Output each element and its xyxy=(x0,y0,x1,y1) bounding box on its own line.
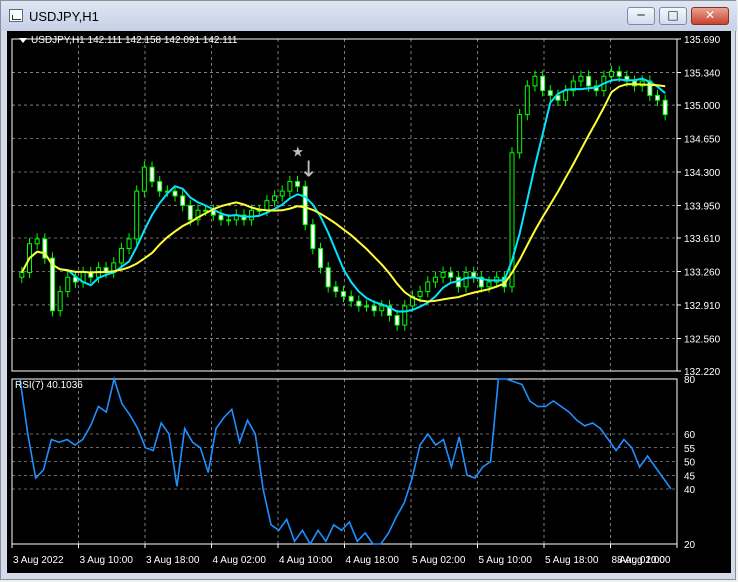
minimize-button[interactable]: ─ xyxy=(627,7,655,25)
ohlc-text: USDJPY,H1 142.111 142.158 142.091 142.11… xyxy=(31,35,238,46)
time-tick-label: 4 Aug 18:00 xyxy=(346,555,400,566)
rsi-tick-label: 40 xyxy=(684,485,696,496)
maximize-icon: □ xyxy=(667,8,679,22)
rsi-tick-label: 60 xyxy=(684,430,696,441)
chart-svg[interactable]: 3 Aug 2022 3 Aug 10:00 3 Aug 18:00 4 Aug 02… xyxy=(7,31,731,573)
price-tick-label: 135.000 xyxy=(684,101,721,112)
candle-body xyxy=(118,248,124,264)
price-tick-label: 135.690 xyxy=(684,35,721,46)
time-tick-label: 8 Aug 10:00 xyxy=(617,555,671,566)
candle-body xyxy=(134,190,140,240)
candle-body xyxy=(578,75,584,82)
price-tick-label: 132.560 xyxy=(684,334,721,345)
candle-body xyxy=(363,305,369,308)
candle-body xyxy=(65,276,71,293)
candle-body xyxy=(448,271,454,278)
maximize-button[interactable]: □ xyxy=(659,7,687,25)
candle-body xyxy=(402,305,408,326)
candle-body xyxy=(417,291,423,297)
chart-window: USDJPY,H1 ─ □ ✕ 3 Aug 2022 3 Aug 10:00 3 A… xyxy=(0,0,737,580)
candle-body xyxy=(287,181,293,192)
candle-body xyxy=(655,94,661,101)
price-tick-label: 133.950 xyxy=(684,201,721,212)
candle-body xyxy=(432,276,438,283)
candle-body xyxy=(126,238,132,250)
candle-body xyxy=(318,248,324,269)
candle-body xyxy=(172,190,178,197)
price-tick-label: 133.610 xyxy=(684,234,721,245)
close-icon: ✕ xyxy=(704,8,716,22)
time-tick-label: 5 Aug 02:00 xyxy=(412,555,466,566)
time-tick-label: 5 Aug 10:00 xyxy=(479,555,533,566)
rsi-tick-label: 20 xyxy=(684,540,696,551)
candle-body xyxy=(226,219,232,222)
candle-body xyxy=(180,195,186,206)
price-tick-label: 133.260 xyxy=(684,267,721,278)
candle-body xyxy=(157,181,163,192)
candle-body xyxy=(218,214,224,221)
ohlc-label: USDJPY,H1 142.111 142.158 142.091 142.11… xyxy=(19,35,237,46)
rsi-tick-label: 55 xyxy=(684,444,696,455)
candle-body xyxy=(563,90,569,101)
candle-body xyxy=(348,295,354,302)
candle-body xyxy=(279,190,285,197)
candle-body xyxy=(302,185,308,226)
time-tick-label: 5 Aug 18:00 xyxy=(545,555,599,566)
candle-body xyxy=(325,267,331,288)
down-arrow-icon: ↓ xyxy=(300,157,318,182)
close-button[interactable]: ✕ xyxy=(691,7,729,25)
candle-body xyxy=(524,85,530,116)
candle-body xyxy=(547,90,553,96)
rsi-label: RSI(7) 40.1036 xyxy=(15,380,83,391)
candle-body xyxy=(486,281,492,288)
price-tick-label: 134.650 xyxy=(684,135,721,146)
time-tick-label: 4 Aug 02:00 xyxy=(213,555,267,566)
candle-body xyxy=(662,99,668,116)
candle-body xyxy=(333,286,339,293)
candle-body xyxy=(532,75,538,87)
time-tick-label: 3 Aug 10:00 xyxy=(80,555,134,566)
candle-body xyxy=(394,315,400,326)
candle-body xyxy=(57,291,63,312)
candle-body xyxy=(34,238,40,245)
candle-body xyxy=(517,114,523,154)
candle-body xyxy=(371,305,377,312)
candle-body xyxy=(609,71,615,77)
candle-body xyxy=(149,166,155,183)
candle-body xyxy=(440,271,446,278)
candle-body xyxy=(540,75,546,92)
rsi-tick-label: 50 xyxy=(684,458,696,469)
candle-body xyxy=(341,291,346,297)
price-tick-label: 135.340 xyxy=(684,68,721,79)
title-bar[interactable]: USDJPY,H1 ─ □ ✕ xyxy=(1,1,737,31)
ma-fast-line xyxy=(20,77,666,313)
candle-body xyxy=(310,224,316,250)
candle-body xyxy=(272,195,278,202)
rsi-tick-label: 45 xyxy=(684,471,696,482)
chart-area[interactable]: 3 Aug 2022 3 Aug 10:00 3 Aug 18:00 4 Aug 02… xyxy=(7,31,731,573)
candle-body xyxy=(187,204,193,221)
candle-body xyxy=(19,271,25,278)
time-tick-label: 3 Aug 18:00 xyxy=(146,555,200,566)
window-title: USDJPY,H1 xyxy=(29,9,99,24)
candle-body xyxy=(203,209,209,212)
candle-body xyxy=(616,71,622,77)
candle-body xyxy=(425,281,431,293)
chart-window-icon xyxy=(9,9,23,22)
time-tick-label: 4 Aug 10:00 xyxy=(279,555,333,566)
time-tick-label: 3 Aug 2022 xyxy=(13,555,64,566)
rsi-tick-label: 80 xyxy=(684,375,696,386)
candle-body xyxy=(379,305,385,312)
candle-body xyxy=(586,75,592,87)
candle-body xyxy=(141,166,147,192)
candle-body xyxy=(249,209,255,221)
candle-body xyxy=(264,200,270,211)
price-tick-label: 132.910 xyxy=(684,301,721,312)
price-tick-label: 134.300 xyxy=(684,168,721,179)
minimize-icon: ─ xyxy=(637,8,645,22)
chart-menu-triangle-icon[interactable] xyxy=(19,37,27,43)
rsi-line xyxy=(19,376,672,546)
candle-body xyxy=(356,300,362,307)
